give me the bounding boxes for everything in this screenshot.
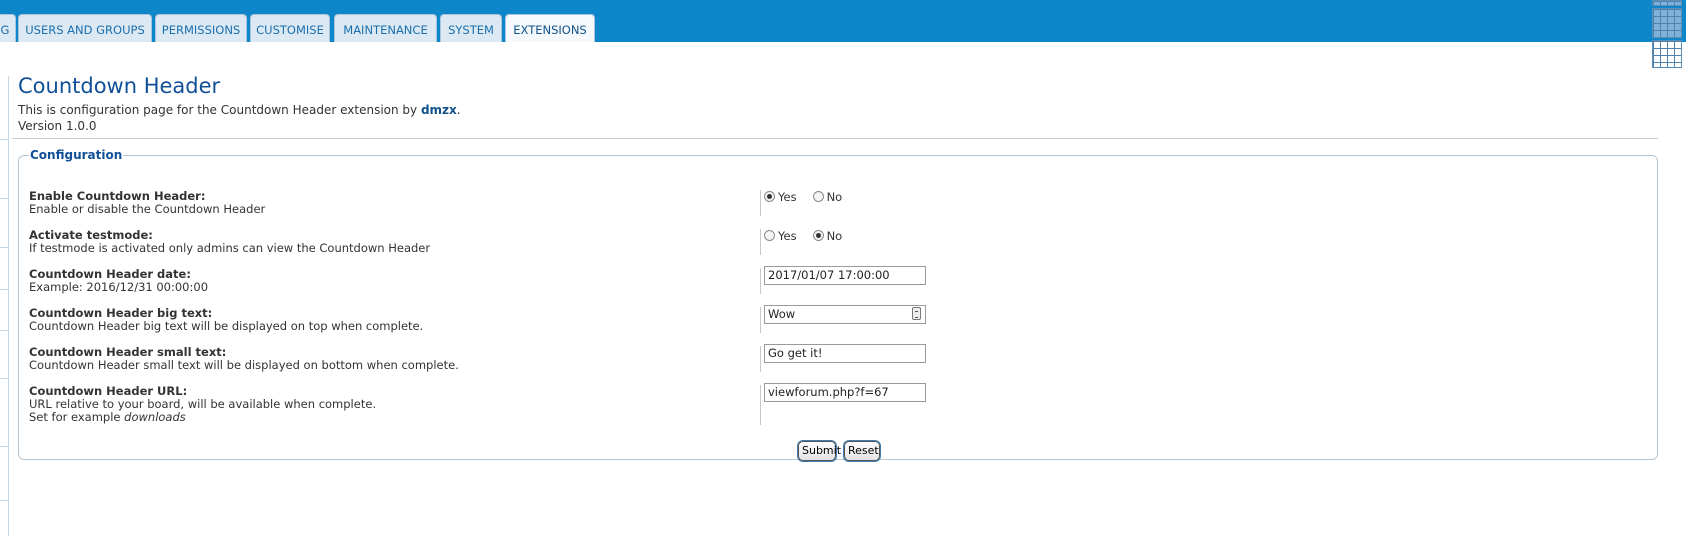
left-menu-tick [0, 139, 9, 140]
big-text-input[interactable]: Wow [764, 305, 926, 324]
enable-countdown-row: Enable Countdown Header: Enable or disab… [19, 190, 1659, 228]
testmode-yes-label[interactable]: Yes [778, 229, 797, 243]
tab-maintenance[interactable]: MAINTENANCE [334, 14, 437, 42]
tab-customise[interactable]: CUSTOMISE [250, 14, 330, 42]
countdown-date-row: Countdown Header date: Example: 2016/12/… [19, 266, 1659, 306]
small-text-desc: Countdown Header small text will be disp… [29, 358, 459, 372]
small-text-row: Countdown Header small text: Countdown H… [19, 344, 1659, 384]
row-separator [760, 307, 761, 333]
enable-yes-label[interactable]: Yes [778, 190, 797, 204]
enable-no-radio[interactable] [812, 191, 824, 202]
grid-icon [1652, 8, 1682, 38]
big-text-value: Wow [768, 307, 796, 321]
reset-button[interactable]: Reset [844, 441, 880, 461]
top-navigation-bar: G USERS AND GROUPS PERMISSIONS CUSTOMISE… [0, 0, 1686, 42]
row-separator [760, 190, 761, 216]
testmode-control: Yes No [764, 228, 858, 243]
countdown-date-control: 2017/01/07 17:00:00 [764, 266, 926, 285]
header-divider [12, 138, 1658, 139]
testmode-label: Activate testmode: If testmode is activa… [29, 229, 769, 255]
grid-icon [1652, 40, 1682, 68]
left-menu-tick [0, 378, 9, 379]
small-text-input[interactable]: Go get it! [764, 344, 926, 363]
left-menu-tick [0, 247, 9, 248]
countdown-url-row: Countdown Header URL: URL relative to yo… [19, 383, 1659, 429]
big-text-control: Wow [764, 305, 926, 324]
big-text-row: Countdown Header big text: Countdown Hea… [19, 305, 1659, 345]
row-separator [760, 346, 761, 372]
countdown-url-input[interactable]: viewforum.php?f=67 [764, 383, 926, 402]
enable-countdown-control: Yes No [764, 189, 858, 204]
tab-system[interactable]: SYSTEM [440, 14, 502, 42]
version-text: Version 1.0.0 [18, 119, 97, 133]
row-separator [760, 268, 761, 294]
big-text-desc: Countdown Header big text will be displa… [29, 319, 424, 333]
testmode-desc: If testmode is activated only admins can… [29, 241, 431, 255]
tab-general[interactable]: G [0, 14, 16, 42]
big-text-label: Countdown Header big text: Countdown Hea… [29, 307, 769, 333]
enable-no-label[interactable]: No [827, 190, 843, 204]
left-menu-tick [0, 330, 9, 331]
configuration-legend: Configuration [30, 148, 123, 162]
countdown-date-input[interactable]: 2017/01/07 17:00:00 [764, 266, 926, 285]
tab-extensions[interactable]: EXTENSIONS [505, 14, 595, 42]
enable-countdown-label: Enable Countdown Header: Enable or disab… [29, 190, 769, 216]
countdown-url-example: Set for example downloads [29, 411, 769, 424]
row-separator [760, 229, 761, 255]
intro-suffix: . [456, 103, 461, 117]
author-link[interactable]: dmzx [421, 103, 457, 117]
countdown-url-label: Countdown Header URL: URL relative to yo… [29, 385, 769, 424]
grid-icon [1652, 0, 1682, 6]
testmode-yes-radio[interactable] [764, 230, 775, 241]
left-menu-divider [8, 76, 9, 536]
tab-permissions[interactable]: PERMISSIONS [155, 14, 247, 42]
testmode-row: Activate testmode: If testmode is activa… [19, 229, 1659, 267]
left-menu-tick [0, 289, 9, 290]
countdown-url-control: viewforum.php?f=67 [764, 383, 926, 402]
countdown-date-desc: Example: 2016/12/31 00:00:00 [29, 280, 209, 294]
countdown-date-label: Countdown Header date: Example: 2016/12/… [29, 268, 769, 294]
left-menu-tick [0, 500, 9, 501]
page-intro: This is configuration page for the Count… [18, 102, 461, 134]
enable-yes-radio[interactable] [764, 191, 775, 202]
testmode-no-label[interactable]: No [827, 229, 843, 243]
small-text-label: Countdown Header small text: Countdown H… [29, 346, 769, 372]
left-menu-tick [0, 446, 9, 447]
corner-grid-icons [1652, 0, 1686, 70]
intro-text: This is configuration page for the Count… [18, 103, 421, 117]
keyboard-icon[interactable] [912, 307, 921, 320]
page-title: Countdown Header [18, 74, 221, 98]
small-text-control: Go get it! [764, 344, 926, 363]
enable-countdown-desc: Enable or disable the Countdown Header [29, 202, 266, 216]
row-separator [760, 385, 761, 425]
testmode-no-radio[interactable] [812, 230, 824, 241]
configuration-fieldset: Configuration Enable Countdown Header: E… [18, 148, 1659, 461]
left-menu-tick [0, 198, 9, 199]
countdown-url-example-prefix: Set for example [29, 410, 125, 424]
countdown-url-example-value: downloads [124, 410, 186, 424]
submit-button[interactable]: Submit [798, 441, 841, 461]
tab-users-and-groups[interactable]: USERS AND GROUPS [18, 14, 152, 42]
